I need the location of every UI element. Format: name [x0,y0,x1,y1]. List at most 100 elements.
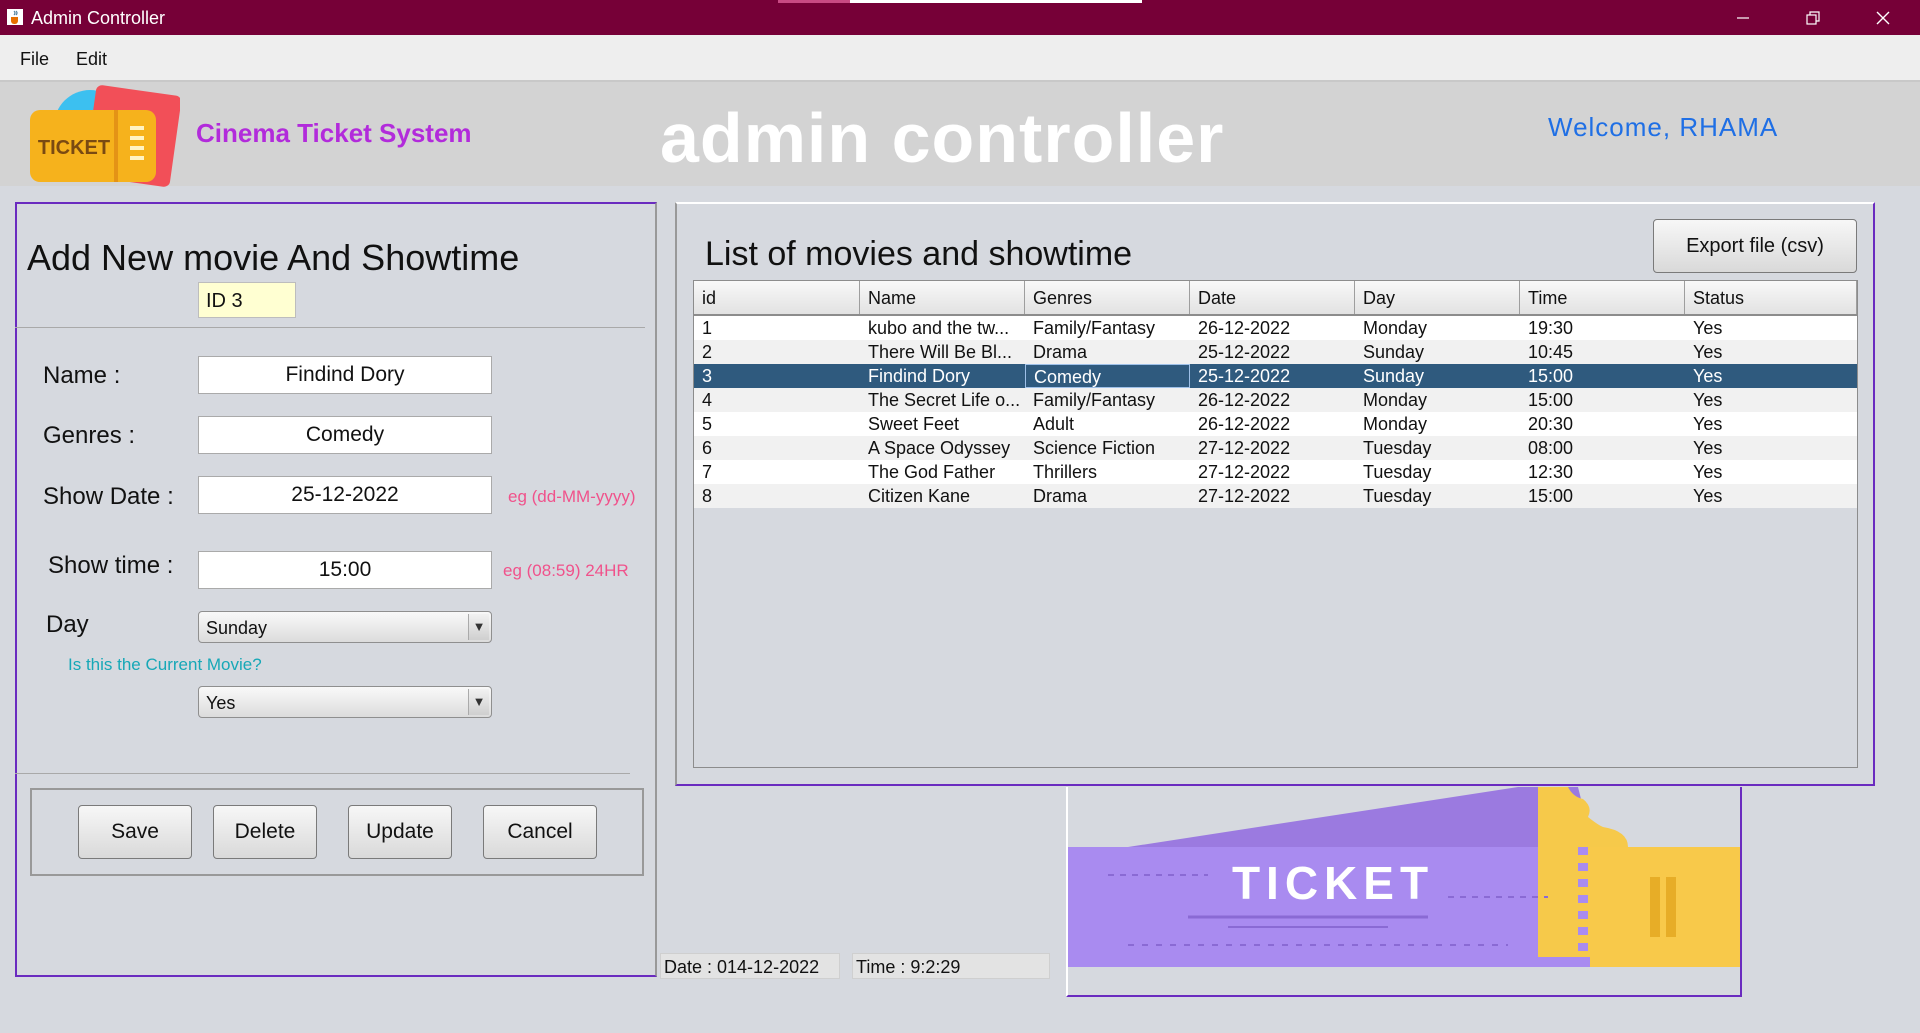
table-cell: Yes [1693,414,1723,434]
table-cell: 26-12-2022 [1198,414,1291,434]
movies-table[interactable]: id Name Genres Date Day Time Status 1 kubo and … [693,280,1858,768]
save-button[interactable]: Save [78,805,192,859]
table-cell: Yes [1693,438,1723,458]
current-movie-dropdown[interactable]: Yes ▼ [198,686,492,718]
current-time-status: Time : 9:2:29 [852,953,1050,979]
table-cell: Tuesday [1363,462,1432,482]
menu-edit[interactable]: Edit [76,49,107,70]
table-cell: 6 [702,438,713,458]
current-movie-question: Is this the Current Movie? [68,655,262,674]
table-cell: 27-12-2022 [1198,462,1291,482]
table-cell: 08:00 [1528,438,1574,458]
table-cell: Sunday [1363,342,1425,362]
table-row[interactable]: 3 Findind Dory Comedy 25-12-2022 Sunday 15:00… [694,364,1857,388]
buttons-divider [15,773,630,774]
table-row[interactable]: 5 Sweet Feet Adult 26-12-2022 Monday 20:30 Yes [694,412,1857,436]
date-format-hint: eg (dd-MM-yyyy) [508,487,636,506]
column-header[interactable]: id [694,281,860,314]
table-cell: 19:30 [1528,318,1574,338]
table-cell: Science Fiction [1033,438,1156,458]
table-cell: 15:00 [1528,366,1574,386]
genres-label: Genres : [43,422,136,449]
table-cell: A Space Odyssey [868,438,1011,458]
minimize-button[interactable] [1710,0,1776,35]
day-dropdown[interactable]: Sunday ▼ [198,611,492,643]
restore-button[interactable] [1780,0,1846,35]
table-cell: Monday [1363,318,1428,338]
movie-id-field: ID 3 [198,282,296,318]
name-field[interactable]: Findind Dory [198,356,492,394]
table-cell: 2 [702,342,713,362]
table-cell: 15:00 [1528,486,1574,506]
export-csv-button[interactable]: Export file (csv) [1653,219,1857,273]
close-button[interactable] [1850,0,1916,35]
table-cell: Family/Fantasy [1033,318,1156,338]
table-row[interactable]: 1 kubo and the tw... Family/Fantasy 26-12-2… [694,316,1857,340]
java-cup-icon [7,9,23,25]
page-title: admin controller [660,99,1225,177]
restore-icon [1806,10,1820,25]
table-cell: The Secret Life o... [868,390,1021,410]
table-cell: 25-12-2022 [1198,366,1291,386]
table-cell: 27-12-2022 [1198,438,1291,458]
welcome-text: Welcome, RHAMA [1548,112,1779,142]
table-cell: Monday [1363,414,1428,434]
table-cell: Yes [1693,486,1723,506]
table-cell: Findind Dory [868,366,971,386]
table-cell: Monday [1363,390,1428,410]
day-label: Day [46,611,89,638]
table-cell: Citizen Kane [868,486,971,506]
table-row[interactable]: 8 Citizen Kane Drama 27-12-2022 Tuesday 15:00… [694,484,1857,508]
ticket-illustration-icon: TICKET [1068,787,1742,967]
table-cell: There Will Be Bl... [868,342,1013,362]
current-movie-value: Yes [206,693,236,713]
table-cell: Yes [1693,342,1723,362]
table-cell: 1 [702,318,713,338]
table-cell: 8 [702,486,713,506]
window-titlebar: Admin Controller [0,0,1920,35]
table-cell: 12:30 [1528,462,1574,482]
genres-field[interactable]: Comedy [198,416,492,454]
menu-file[interactable]: File [20,49,49,70]
minimize-icon [1737,16,1749,19]
show-time-field[interactable]: 15:00 [198,551,492,589]
table-cell: Yes [1693,390,1723,410]
table-cell: The God Father [868,462,996,482]
chevron-down-icon[interactable]: ▼ [468,614,489,640]
column-header[interactable]: Date [1190,281,1355,314]
table-cell: 26-12-2022 [1198,390,1291,410]
table-row[interactable]: 6 A Space Odyssey Science Fiction 27-12-202… [694,436,1857,460]
current-date-status: Date : 014-12-2022 [660,953,840,979]
delete-button[interactable]: Delete [213,805,317,859]
table-cell: Tuesday [1363,486,1432,506]
list-title: List of movies and showtime [705,235,1133,273]
table-cell: kubo and the tw... [868,318,1010,338]
column-header[interactable]: Genres [1025,281,1190,314]
column-header[interactable]: Status [1685,281,1857,314]
table-cell: Adult [1033,414,1075,434]
close-icon [1876,11,1890,24]
ticket-banner-text: TICKET [1232,857,1434,909]
column-header[interactable]: Day [1355,281,1520,314]
form-title: Add New movie And Showtime [27,237,520,278]
table-cell: Drama [1033,342,1088,362]
time-format-hint: eg (08:59) 24HR [503,561,629,580]
table-row[interactable]: 2 There Will Be Bl... Drama 25-12-2022 Sunda… [694,340,1857,364]
update-button[interactable]: Update [348,805,452,859]
column-header[interactable]: Time [1520,281,1685,314]
table-cell: Family/Fantasy [1033,390,1156,410]
table-row[interactable]: 4 The Secret Life o... Family/Fantasy 26-12… [694,388,1857,412]
show-date-label: Show Date : [43,483,174,510]
cancel-button[interactable]: Cancel [483,805,597,859]
table-cell: 5 [702,414,713,434]
titlebar-accent-white [850,0,1142,3]
window-title: Admin Controller [31,8,166,28]
table-cell: 26-12-2022 [1198,318,1291,338]
table-header: id Name Genres Date Day Time Status [694,281,1857,316]
chevron-down-icon[interactable]: ▼ [468,689,489,715]
show-date-field[interactable]: 25-12-2022 [198,476,492,514]
table-row[interactable]: 7 The God Father Thrillers 27-12-2022 Tuesda… [694,460,1857,484]
column-header[interactable]: Name [860,281,1025,314]
show-time-label: Show time : [48,552,174,579]
table-cell: 15:00 [1528,390,1574,410]
